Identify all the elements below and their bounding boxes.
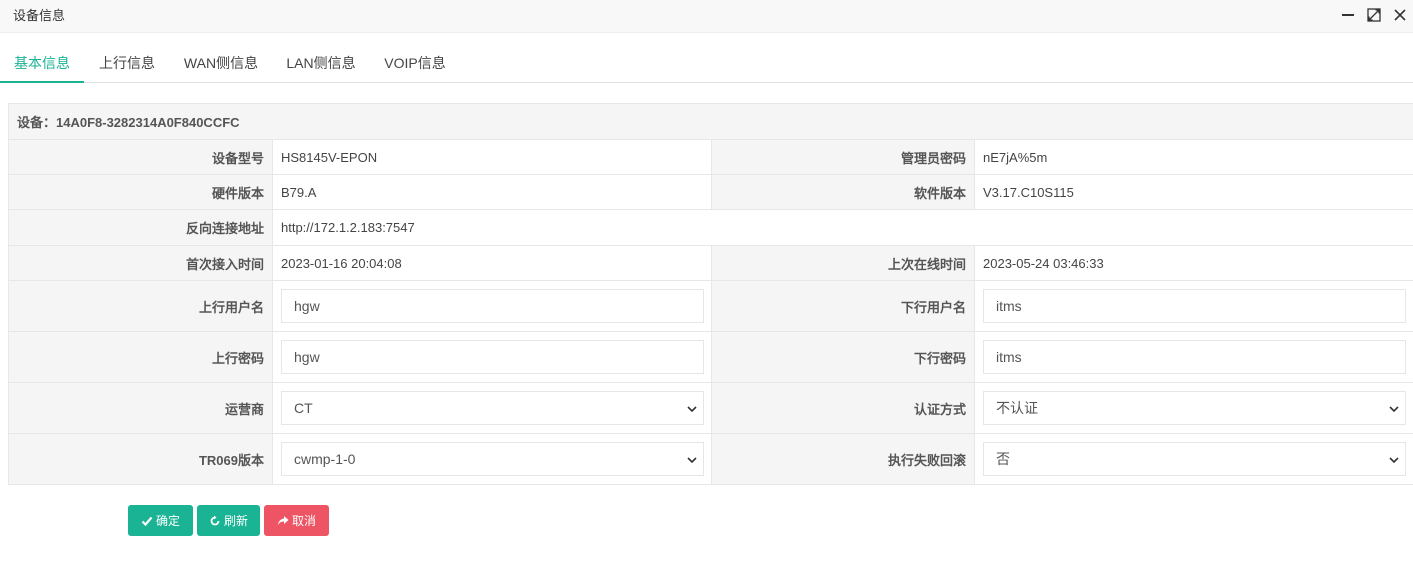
auth-method-selected-value: 不认证	[996, 400, 1038, 416]
tab-bar: 基本信息 上行信息 WAN侧信息 LAN侧信息 VOIP信息	[0, 44, 1413, 83]
auth-method-label: 认证方式	[711, 382, 975, 434]
hardware-version-label: 硬件版本	[8, 174, 273, 210]
uplink-username-label: 上行用户名	[8, 280, 273, 332]
tr069-version-label: TR069版本	[8, 433, 273, 485]
tab-voip-info[interactable]: VOIP信息	[370, 44, 460, 83]
auth-method-cell: 不认证	[973, 382, 1413, 434]
last-online-time-label: 上次在线时间	[711, 245, 975, 281]
connection-url-label: 反向连接地址	[8, 209, 273, 246]
hardware-version-value: B79.A	[272, 174, 712, 210]
software-version-label: 软件版本	[711, 174, 975, 210]
uplink-username-value: hgw	[294, 298, 320, 314]
downlink-password-cell: itms	[973, 331, 1413, 383]
downlink-username-cell: itms	[973, 280, 1413, 332]
chevron-down-icon	[687, 457, 697, 464]
rollback-on-failure-selected-value: 否	[996, 451, 1010, 467]
confirm-button[interactable]: 确定	[128, 505, 193, 536]
connection-url-value: http://172.1.2.183:7547	[271, 209, 1413, 246]
model-value: HS8145V-EPON	[272, 139, 712, 175]
downlink-username-input[interactable]: itms	[983, 289, 1406, 323]
window-controls	[1335, 0, 1413, 30]
downlink-password-label: 下行密码	[711, 331, 975, 383]
carrier-selected-value: CT	[294, 400, 313, 416]
device-header: 设备：14A0F8-3282314A0F840CCFC	[7, 103, 1413, 140]
uplink-password-input[interactable]: hgw	[281, 340, 704, 374]
confirm-button-label: 确定	[155, 514, 180, 528]
carrier-label: 运营商	[8, 382, 273, 434]
rollback-on-failure-select[interactable]: 否	[983, 442, 1406, 476]
tab-lan-info[interactable]: LAN侧信息	[272, 44, 370, 83]
auth-method-select[interactable]: 不认证	[983, 391, 1406, 425]
tab-wan-info[interactable]: WAN侧信息	[170, 44, 272, 83]
model-label: 设备型号	[8, 139, 273, 175]
chevron-down-icon	[687, 406, 697, 413]
uplink-password-cell: hgw	[272, 331, 712, 383]
cancel-button[interactable]: 取消	[264, 505, 329, 536]
refresh-button[interactable]: 刷新	[197, 505, 260, 536]
first-access-time-label: 首次接入时间	[8, 245, 273, 281]
close-icon[interactable]	[1387, 2, 1413, 28]
rollback-on-failure-label: 执行失败回滚	[711, 433, 975, 485]
downlink-username-label: 下行用户名	[711, 280, 975, 332]
admin-password-value: nE7jA%5m	[973, 139, 1413, 175]
first-access-time-value: 2023-01-16 20:04:08	[272, 245, 712, 281]
uplink-username-input[interactable]: hgw	[281, 289, 704, 323]
uplink-password-value: hgw	[294, 349, 320, 365]
tr069-version-selected-value: cwmp-1-0	[294, 451, 356, 467]
device-info-table: 设备：14A0F8-3282314A0F840CCFC 设备型号 HS8145V…	[7, 103, 1413, 485]
share-icon	[277, 515, 289, 525]
uplink-password-label: 上行密码	[8, 331, 273, 383]
refresh-button-label: 刷新	[223, 514, 248, 528]
tr069-version-cell: cwmp-1-0	[272, 433, 712, 485]
minimize-icon[interactable]	[1335, 2, 1361, 28]
downlink-password-input[interactable]: itms	[983, 340, 1406, 374]
maximize-icon[interactable]	[1361, 2, 1387, 28]
cancel-button-label: 取消	[291, 514, 316, 528]
chevron-down-icon	[1389, 406, 1399, 413]
window-titlebar: 设备信息	[0, 0, 1413, 33]
downlink-username-value: itms	[996, 298, 1022, 314]
uplink-username-cell: hgw	[272, 280, 712, 332]
window-title: 设备信息	[13, 8, 66, 23]
tab-uplink-info[interactable]: 上行信息	[84, 44, 170, 83]
downlink-password-value: itms	[996, 349, 1022, 365]
tab-basic-info[interactable]: 基本信息	[0, 44, 84, 83]
chevron-down-icon	[1389, 457, 1399, 464]
carrier-cell: CT	[272, 382, 712, 434]
refresh-icon	[210, 515, 220, 525]
last-online-time-value: 2023-05-24 03:46:33	[973, 245, 1413, 281]
admin-password-label: 管理员密码	[711, 139, 975, 175]
tr069-version-select[interactable]: cwmp-1-0	[281, 442, 704, 476]
rollback-on-failure-cell: 否	[973, 433, 1413, 485]
carrier-select[interactable]: CT	[281, 391, 704, 425]
software-version-value: V3.17.C10S115	[973, 174, 1413, 210]
check-icon	[141, 516, 153, 526]
